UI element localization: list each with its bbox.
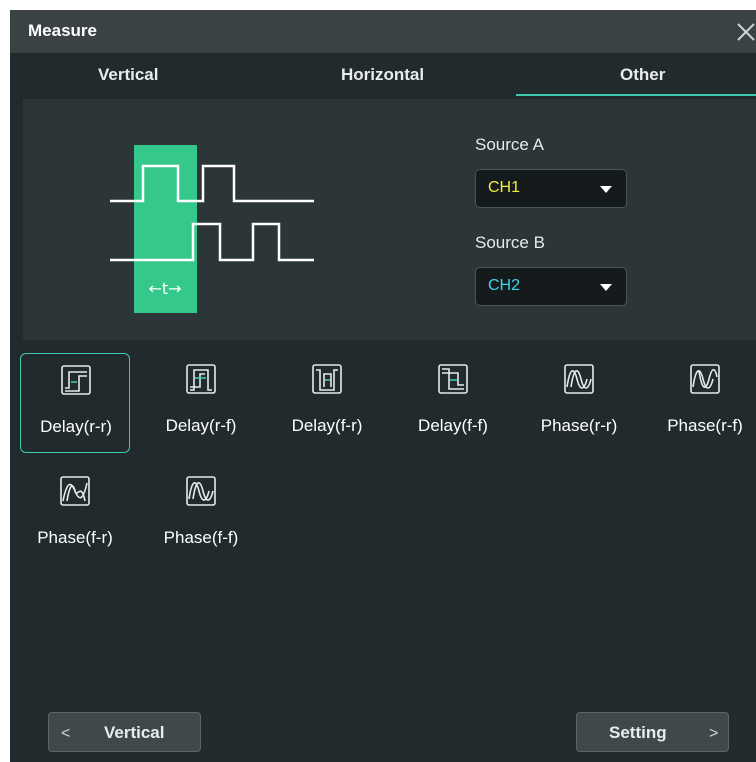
phase-rr-icon	[564, 364, 594, 394]
phase-fr-icon	[60, 476, 90, 506]
item-label: Delay(f-f)	[418, 416, 488, 435]
item-label: Phase(r-r)	[540, 416, 618, 435]
source-a-value: CH1	[488, 179, 521, 196]
measure-dialog: Measure Vertical Horizontal Other ←t→ So…	[10, 10, 756, 762]
delay-ff-icon	[438, 364, 468, 394]
item-delay-rr[interactable]: Delay(r-r)	[20, 353, 130, 453]
source-b-label: Source B	[475, 233, 545, 252]
delay-fr-icon	[312, 364, 342, 394]
time-label: ←t→	[148, 279, 181, 298]
setting-button[interactable]: Setting >	[576, 712, 729, 752]
title-bar: Measure	[10, 10, 756, 53]
item-label: Phase(r-f)	[667, 416, 743, 435]
tab-other[interactable]: Other	[620, 65, 665, 85]
close-icon[interactable]	[732, 18, 756, 46]
prev-vertical-button[interactable]: < Vertical	[48, 712, 201, 752]
item-phase-rf[interactable]: Phase(r-f)	[650, 353, 756, 453]
item-phase-rr[interactable]: Phase(r-r)	[524, 353, 634, 453]
item-label: Delay(r-r)	[40, 417, 112, 436]
phase-rf-icon	[690, 364, 720, 394]
setting-button-label: Setting	[609, 723, 667, 742]
phase-ff-icon	[186, 476, 216, 506]
measurement-preview: ←t→ Source A CH1 Source B CH2	[23, 99, 756, 340]
delay-diagram: ←t→	[110, 145, 314, 313]
active-tab-indicator	[516, 94, 756, 96]
tab-vertical[interactable]: Vertical	[98, 65, 159, 85]
item-delay-fr[interactable]: Delay(f-r)	[272, 353, 382, 453]
dialog-title: Measure	[28, 21, 97, 40]
item-delay-rf[interactable]: Delay(r-f)	[146, 353, 256, 453]
item-label: Delay(r-f)	[165, 416, 237, 435]
chevron-left-icon: <	[61, 725, 71, 742]
item-delay-ff[interactable]: Delay(f-f)	[398, 353, 508, 453]
delay-rf-icon	[186, 364, 216, 394]
item-label: Delay(f-r)	[291, 416, 363, 435]
item-label: Phase(f-f)	[163, 528, 239, 547]
item-phase-fr[interactable]: Phase(f-r)	[20, 465, 130, 565]
delay-rr-icon	[61, 365, 91, 395]
item-phase-ff[interactable]: Phase(f-f)	[146, 465, 256, 565]
dropdown-arrow-icon	[600, 186, 612, 193]
source-b-select[interactable]: CH2	[475, 267, 627, 306]
item-label: Phase(f-r)	[37, 528, 113, 547]
source-a-select[interactable]: CH1	[475, 169, 627, 208]
source-b-value: CH2	[488, 277, 521, 294]
tab-horizontal[interactable]: Horizontal	[341, 65, 424, 85]
chevron-right-icon: >	[709, 725, 719, 742]
prev-button-label: Vertical	[104, 723, 165, 742]
source-a-label: Source A	[475, 135, 544, 154]
dropdown-arrow-icon	[600, 284, 612, 291]
